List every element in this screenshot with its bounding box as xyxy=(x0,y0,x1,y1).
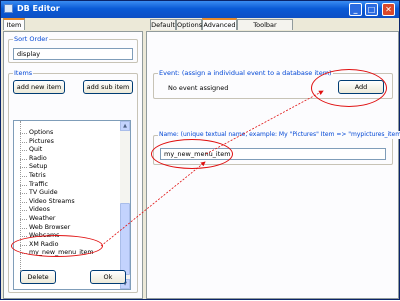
window-title: DB Editor xyxy=(17,4,60,13)
tree-item-label: Radio xyxy=(29,154,47,162)
tree-item-label: Quit xyxy=(29,146,43,154)
tab-toolbar-advanced[interactable]: Toolbar Advanced xyxy=(237,19,293,40)
tree-item[interactable]: Setup xyxy=(14,163,120,172)
event-label: Event: (assign a individual event to a d… xyxy=(158,69,333,77)
tree-item-label: TV Guide xyxy=(29,189,58,197)
tree-item-label: Video Streams xyxy=(29,197,75,205)
tree-item[interactable]: Web Browser xyxy=(14,224,120,233)
title-bar[interactable]: DB Editor _ □ ✕ xyxy=(1,1,399,18)
tree-item[interactable]: Video Streams xyxy=(14,198,120,207)
tree-item[interactable]: Tetris xyxy=(14,172,120,181)
add-sub-item-button[interactable]: add sub item xyxy=(83,80,133,94)
annotation-ellipse-name xyxy=(151,139,233,169)
tree-item-label: Pictures xyxy=(29,137,54,145)
left-panel: Sort Order display Items add new item ad… xyxy=(3,31,143,299)
tab-advanced[interactable]: Advanced xyxy=(202,18,237,30)
tree-item-label: Videos xyxy=(29,206,50,214)
annotation-ellipse-item xyxy=(11,235,103,257)
tab-default[interactable]: Default xyxy=(150,19,176,30)
tree-item-label: Options xyxy=(29,129,54,136)
tree-item[interactable]: Weather xyxy=(14,215,120,224)
tree-item-label: Web Browser xyxy=(29,223,71,231)
tab-item[interactable]: Item xyxy=(3,18,25,30)
db-editor-window: DB Editor _ □ ✕ Item Sort Order display … xyxy=(0,0,400,300)
tree-scrollbar[interactable]: ▲ ▼ xyxy=(120,121,130,289)
close-button[interactable]: ✕ xyxy=(382,3,395,16)
delete-button[interactable]: Delete xyxy=(20,270,56,284)
tree-item[interactable]: Quit xyxy=(14,146,120,155)
scroll-thumb[interactable] xyxy=(120,203,130,275)
tree-item[interactable]: TV Guide xyxy=(14,189,120,198)
tree-item[interactable]: Radio xyxy=(14,155,120,164)
tab-options[interactable]: Options xyxy=(176,19,202,30)
ok-button[interactable]: Ok xyxy=(90,270,126,284)
annotation-ellipse-add xyxy=(311,69,387,107)
tree-item-label: Traffic xyxy=(29,180,48,188)
items-label: Items xyxy=(13,69,34,77)
add-new-item-button[interactable]: add new item xyxy=(13,80,65,94)
maximize-button[interactable]: □ xyxy=(365,3,378,16)
sort-order-input[interactable]: display xyxy=(13,48,133,60)
tree-item[interactable]: Traffic xyxy=(14,181,120,190)
left-tab-bar: Item xyxy=(3,18,143,31)
tree-item[interactable]: Pictures xyxy=(14,138,120,147)
minimize-button[interactable]: _ xyxy=(349,3,362,16)
items-tree[interactable]: Options Pictures Quit Radio Setup Tetris… xyxy=(13,120,131,290)
tree-item[interactable]: Videos xyxy=(14,206,120,215)
right-tab-bar: Default Options Advanced Toolbar Advance… xyxy=(146,18,399,40)
sort-order-label: Sort Order xyxy=(13,35,49,43)
app-icon xyxy=(4,4,13,13)
tree-item-label: Tetris xyxy=(29,171,46,179)
event-status-text: No event assigned xyxy=(168,84,229,92)
scroll-up-icon[interactable]: ▲ xyxy=(120,121,130,131)
sort-order-group: Sort Order display xyxy=(8,35,138,63)
tree-item-label: Weather xyxy=(29,214,56,222)
name-label: Name: (unique textual name, example: My … xyxy=(158,131,400,139)
tree-item-label: Setup xyxy=(29,163,48,171)
tree-item[interactable]: Options xyxy=(14,129,120,138)
